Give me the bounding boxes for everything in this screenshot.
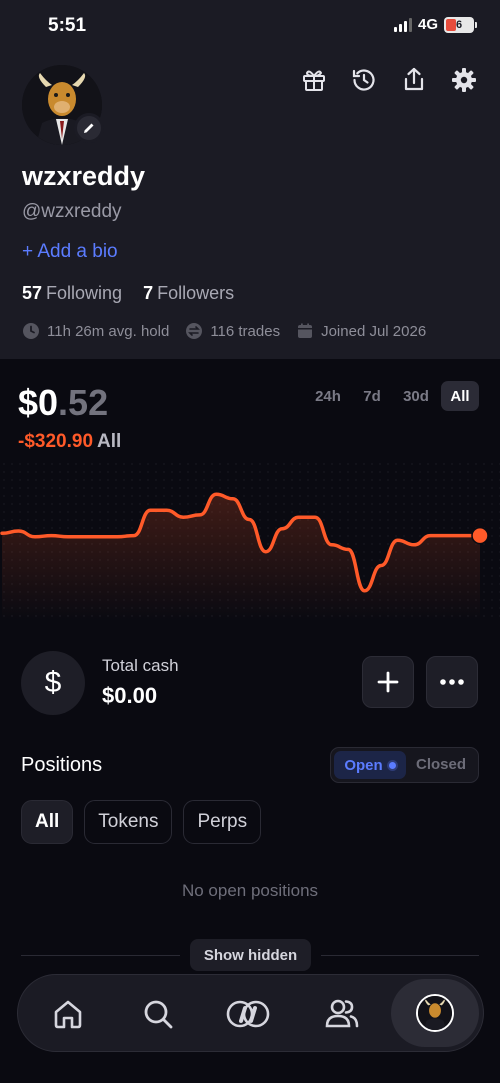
- battery-icon: 6: [444, 16, 477, 33]
- edit-avatar-button[interactable]: [74, 113, 104, 143]
- settings-button[interactable]: [450, 66, 478, 94]
- dollar-icon: $: [21, 651, 85, 715]
- followers-link[interactable]: 7 Followers: [143, 283, 234, 304]
- following-link[interactable]: 57 Following: [22, 283, 122, 304]
- divider-right: [321, 955, 479, 956]
- network-label: 4G: [417, 16, 438, 33]
- range-30d[interactable]: 30d: [397, 381, 435, 411]
- nav-trade[interactable]: [203, 975, 293, 1053]
- positions-toggle: Open Closed: [330, 747, 479, 783]
- active-dot-icon: [388, 761, 396, 769]
- time-range-selector: 24h 7d 30d All: [309, 381, 479, 411]
- trades-text: 116 trades: [210, 322, 281, 340]
- user-handle: @wzxreddy: [22, 201, 122, 222]
- portfolio-chart[interactable]: [0, 460, 500, 620]
- filter-all[interactable]: All: [21, 800, 74, 844]
- status-time: 5:51: [48, 15, 87, 36]
- empty-positions-text: No open positions: [181, 881, 319, 900]
- clock-icon: [23, 323, 39, 339]
- share-icon: [404, 67, 424, 91]
- status-bar: 5:51 4G 6: [0, 0, 500, 56]
- balance-integer: $0: [18, 382, 59, 423]
- portfolio-balance: $0.52: [18, 382, 108, 424]
- trades-stat: 116 trades: [185, 322, 280, 340]
- gift-button[interactable]: [300, 66, 328, 94]
- avg-hold-text: 11h 26m avg. hold: [47, 322, 170, 340]
- total-cash-card: $ Total cash $0.00: [21, 651, 481, 715]
- following-count: 57: [22, 283, 43, 303]
- plus-icon: [377, 671, 399, 693]
- battery-level: 6: [455, 18, 463, 31]
- positions-title: Positions: [21, 754, 103, 776]
- history-icon: [352, 69, 375, 91]
- avg-hold-stat: 11h 26m avg. hold: [22, 322, 169, 340]
- profile-actions: [300, 66, 478, 94]
- gift-icon: [303, 70, 325, 91]
- nav-home[interactable]: [23, 975, 113, 1053]
- home-icon: [54, 1000, 82, 1029]
- people-icon: [325, 999, 359, 1028]
- followers-label: Followers: [157, 283, 235, 303]
- joined-stat: Joined Jul 2026: [296, 322, 426, 340]
- gear-icon: [452, 68, 476, 92]
- history-button[interactable]: [350, 66, 378, 94]
- followers-count: 7: [143, 283, 154, 303]
- trader-stats: 11h 26m avg. hold 116 trades Joined Jul …: [22, 322, 426, 340]
- trade-icon: [226, 1000, 270, 1028]
- more-options-button[interactable]: [426, 656, 478, 708]
- nav-profile[interactable]: [391, 979, 479, 1047]
- pnl-period: All: [97, 431, 122, 452]
- filter-tokens[interactable]: Tokens: [84, 800, 173, 844]
- calendar-icon: [298, 323, 313, 338]
- pencil-icon: [84, 123, 94, 133]
- filter-perps[interactable]: Perps: [183, 800, 262, 844]
- following-label: Following: [46, 283, 123, 303]
- toggle-open[interactable]: Open: [334, 751, 406, 779]
- toggle-closed[interactable]: Closed: [416, 756, 466, 773]
- add-bio-link[interactable]: + Add a bio: [22, 241, 118, 263]
- divider-left: [21, 955, 180, 956]
- nav-social[interactable]: [297, 975, 387, 1053]
- joined-text: Joined Jul 2026: [321, 322, 427, 340]
- range-7d[interactable]: 7d: [353, 381, 391, 411]
- nav-search[interactable]: [113, 975, 203, 1053]
- more-icon: [440, 679, 464, 685]
- username: wzxreddy: [22, 161, 146, 191]
- chart-endpoint: [471, 526, 489, 545]
- profile-header: wzxreddy @wzxreddy + Add a bio 57 Followi…: [0, 56, 500, 359]
- bottom-nav: [17, 974, 484, 1052]
- total-cash-value: $0.00: [102, 683, 158, 708]
- nav-profile-avatar: [416, 994, 454, 1032]
- show-hidden-button[interactable]: Show hidden: [190, 939, 311, 971]
- pnl-value: -$320.90: [18, 431, 94, 452]
- toggle-open-label: Open: [344, 756, 383, 774]
- status-indicators: 4G 6: [393, 16, 477, 33]
- range-all[interactable]: All: [441, 381, 479, 411]
- total-cash-label: Total cash: [102, 656, 179, 675]
- search-icon: [144, 1000, 173, 1029]
- add-cash-button[interactable]: [362, 656, 414, 708]
- avatar-image-small: [418, 996, 452, 1030]
- share-button[interactable]: [400, 66, 428, 94]
- balance-decimal: .52: [58, 382, 109, 423]
- position-filters: All Tokens Perps: [21, 800, 262, 844]
- range-24h[interactable]: 24h: [309, 381, 347, 411]
- swap-icon: [186, 323, 203, 339]
- signal-icon: [393, 17, 412, 32]
- follow-stats: 57 Following 7 Followers: [22, 283, 234, 304]
- pnl-summary: -$320.90 All: [18, 431, 121, 453]
